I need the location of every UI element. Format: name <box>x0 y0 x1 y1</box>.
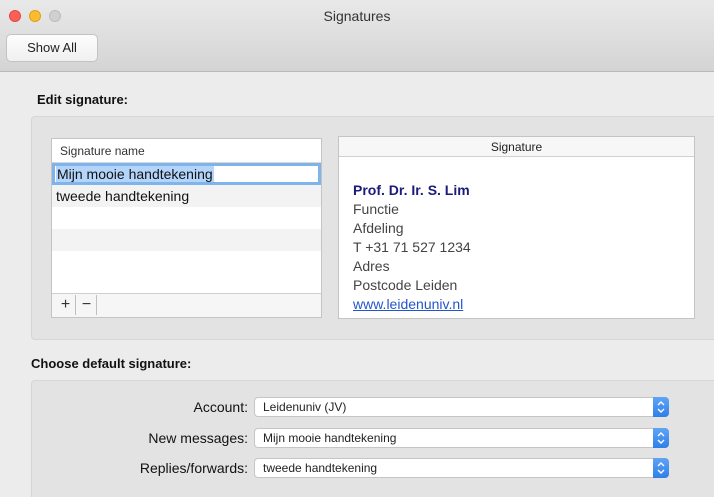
new-messages-row: New messages: Mijn mooie handtekening <box>0 428 714 448</box>
signature-website-link[interactable]: www.leidenuniv.nl <box>353 295 471 314</box>
signature-line-postcode: Postcode Leiden <box>353 277 458 293</box>
edit-signature-heading: Edit signature: <box>37 92 129 107</box>
choose-default-heading: Choose default signature: <box>31 356 192 371</box>
empty-list-row <box>52 251 321 273</box>
signature-line-department: Afdeling <box>353 220 404 236</box>
title-bar: Signatures Show All <box>0 0 714 72</box>
add-signature-button[interactable]: + <box>56 295 76 315</box>
account-row: Account: Leidenuniv (JV) <box>0 397 714 417</box>
signature-preview[interactable]: Signature Prof. Dr. Ir. S. Lim Functie A… <box>338 136 695 319</box>
replies-label: Replies/forwards: <box>139 460 248 476</box>
remove-signature-button[interactable]: − <box>77 295 97 315</box>
signature-list-header: Signature name <box>52 139 321 163</box>
select-stepper-icon <box>653 397 669 417</box>
signature-line-function: Functie <box>353 201 399 217</box>
select-stepper-icon <box>653 458 669 478</box>
signature-person-name: Prof. Dr. Ir. S. Lim <box>353 182 470 198</box>
new-messages-label: New messages: <box>148 430 248 446</box>
window-title: Signatures <box>323 8 391 24</box>
new-messages-select[interactable]: Mijn mooie handtekening <box>254 428 669 448</box>
account-select-value: Leidenuniv (JV) <box>263 400 347 414</box>
signature-preview-header: Signature <box>339 137 694 157</box>
new-messages-select-value: Mijn mooie handtekening <box>263 431 397 445</box>
replies-select-value: tweede handtekening <box>263 461 378 475</box>
signature-list-item[interactable]: tweede handtekening <box>52 185 321 207</box>
empty-list-row <box>52 229 321 251</box>
signature-name-edit-field[interactable]: Mijn mooie handtekening <box>56 166 214 182</box>
empty-list-row <box>52 207 321 229</box>
signature-list-footer: + − <box>52 293 321 317</box>
select-stepper-icon <box>653 428 669 448</box>
replies-row: Replies/forwards: tweede handtekening <box>0 458 714 478</box>
signature-list-item[interactable]: Mijn mooie handtekening <box>52 163 321 185</box>
replies-select[interactable]: tweede handtekening <box>254 458 669 478</box>
signature-line-address: Adres <box>353 258 390 274</box>
signature-name-label: tweede handtekening <box>56 188 190 204</box>
signature-line-phone: T +31 71 527 1234 <box>353 239 471 255</box>
account-select[interactable]: Leidenuniv (JV) <box>254 397 669 417</box>
signature-text[interactable]: Prof. Dr. Ir. S. Lim Functie Afdeling T … <box>353 181 471 314</box>
account-label: Account: <box>193 399 248 415</box>
show-all-button[interactable]: Show All <box>6 34 98 62</box>
signature-list[interactable]: Signature name Mijn mooie handtekening t… <box>51 138 322 318</box>
